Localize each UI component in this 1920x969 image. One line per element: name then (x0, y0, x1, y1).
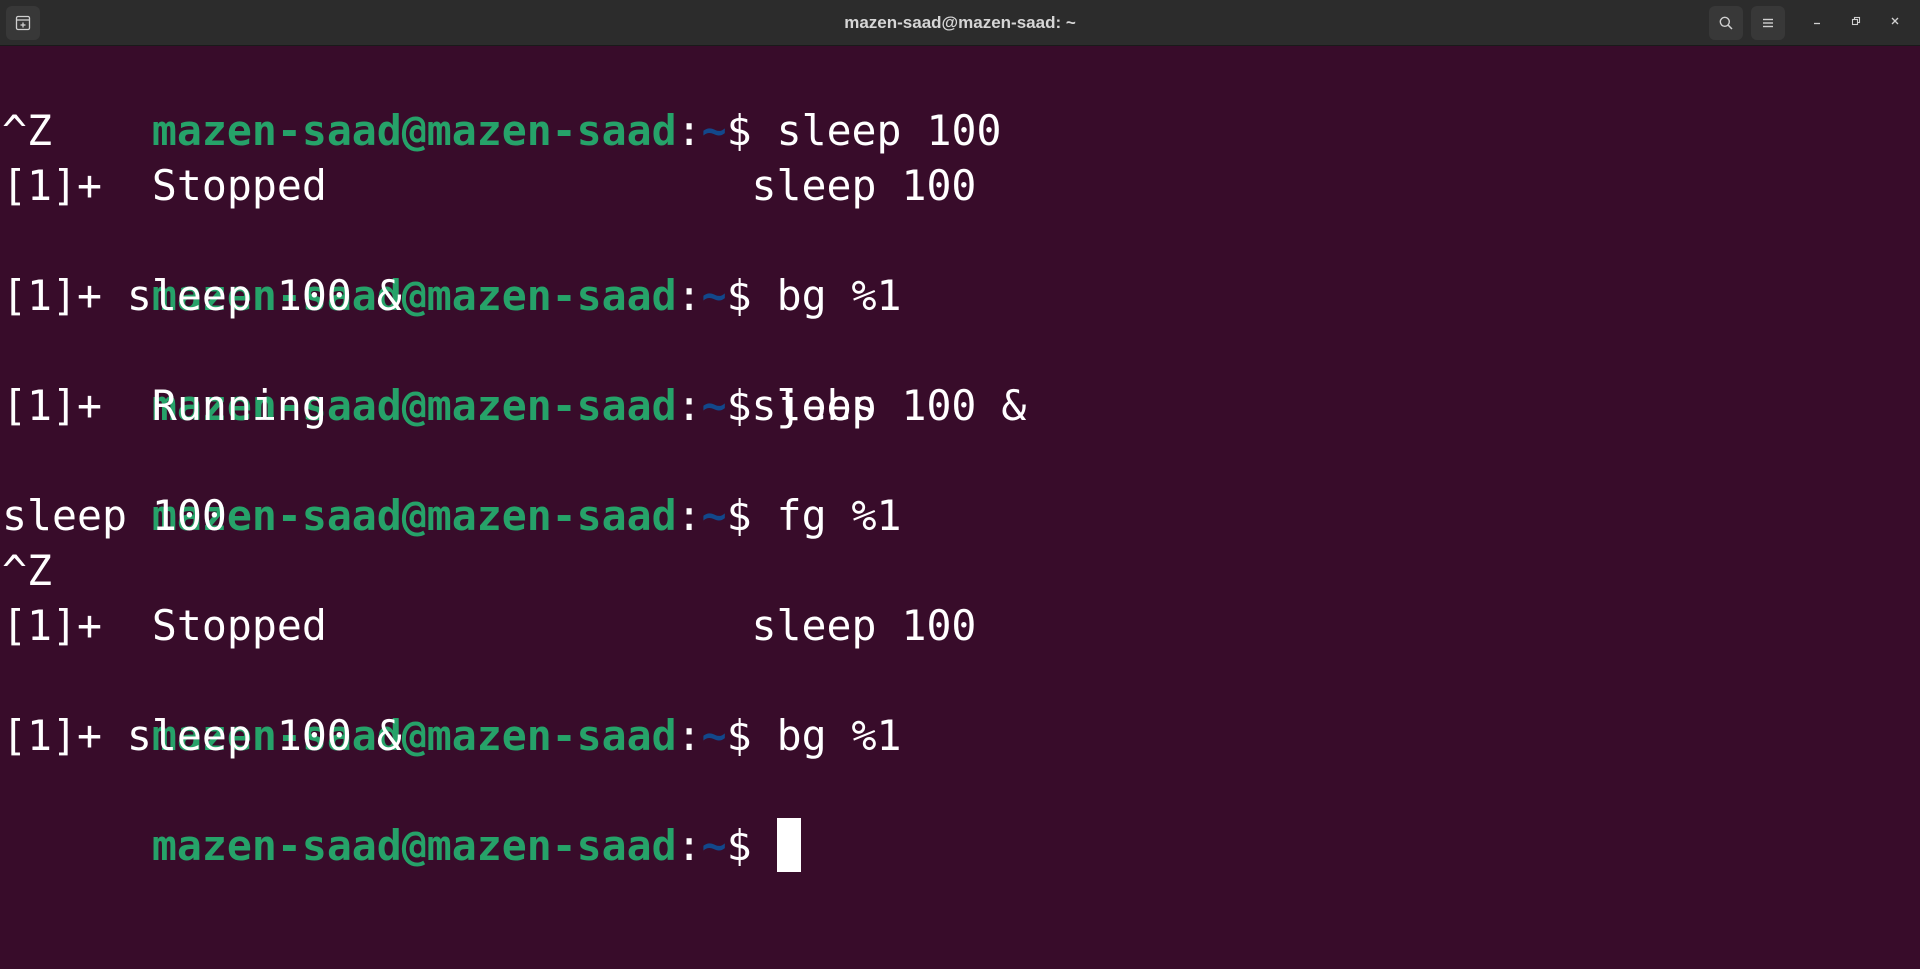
search-button[interactable] (1709, 6, 1743, 40)
prompt-symbol: $ (726, 821, 777, 870)
close-button[interactable] (1882, 10, 1908, 36)
prompt-user-host: mazen-saad@mazen-saad (151, 491, 677, 540)
command-text: bg %1 (776, 271, 902, 320)
title-bar[interactable]: mazen-saad@mazen-saad: ~ (0, 0, 1920, 46)
prompt-symbol: $ (726, 491, 777, 540)
prompt-line: mazen-saad@mazen-saad:~$ bg %1 (2, 213, 902, 320)
prompt-separator: : (676, 711, 702, 760)
prompt-path: ~ (701, 106, 727, 155)
hamburger-menu-icon (1760, 15, 1776, 31)
terminal-window: mazen-saad@mazen-saad: ~ mazen-saad@maze… (0, 0, 1920, 969)
prompt-user-host: mazen-saad@mazen-saad (151, 106, 677, 155)
maximize-button[interactable] (1843, 10, 1869, 36)
terminal-output-area[interactable]: mazen-saad@mazen-saad:~$ sleep 100 ^Z [1… (0, 46, 1920, 969)
window-title: mazen-saad@mazen-saad: ~ (844, 13, 1076, 32)
prompt-symbol: $ (726, 711, 777, 760)
prompt-symbol: $ (726, 106, 777, 155)
command-text: fg %1 (776, 491, 902, 540)
output-line: [1]+ Stopped sleep 100 (2, 601, 977, 650)
minimize-icon (1811, 14, 1823, 32)
search-icon (1718, 15, 1734, 31)
output-line: [1]+ Stopped sleep 100 (2, 161, 977, 210)
prompt-path: ~ (701, 491, 727, 540)
menu-button[interactable] (1751, 6, 1785, 40)
active-prompt-line[interactable]: mazen-saad@mazen-saad:~$ (2, 763, 801, 872)
text-cursor (776, 818, 801, 872)
prompt-line: mazen-saad@mazen-saad:~$ bg %1 (2, 653, 902, 760)
prompt-user-host: mazen-saad@mazen-saad (151, 821, 677, 870)
output-line: [1]+ Running sleep 100 & (2, 381, 1027, 430)
prompt-line: mazen-saad@mazen-saad:~$ sleep 100 (2, 48, 1002, 155)
output-line: [1]+ sleep 100 & (2, 711, 402, 760)
output-line: sleep 100 (2, 491, 227, 540)
prompt-separator: : (676, 491, 702, 540)
prompt-line: mazen-saad@mazen-saad:~$ jobs (2, 323, 877, 430)
output-line: ^Z (2, 546, 52, 595)
prompt-separator: : (676, 821, 702, 870)
prompt-symbol: $ (726, 271, 777, 320)
prompt-separator: : (676, 106, 702, 155)
close-icon (1889, 14, 1901, 32)
prompt-line: mazen-saad@mazen-saad:~$ fg %1 (2, 433, 902, 540)
maximize-icon (1850, 14, 1862, 32)
prompt-path: ~ (701, 821, 727, 870)
output-line: [1]+ sleep 100 & (2, 271, 402, 320)
prompt-separator: : (676, 271, 702, 320)
minimize-button[interactable] (1804, 10, 1830, 36)
prompt-path: ~ (701, 711, 727, 760)
prompt-path: ~ (701, 271, 727, 320)
command-text: bg %1 (776, 711, 902, 760)
output-line: ^Z (2, 106, 52, 155)
command-text: sleep 100 (776, 106, 1002, 155)
